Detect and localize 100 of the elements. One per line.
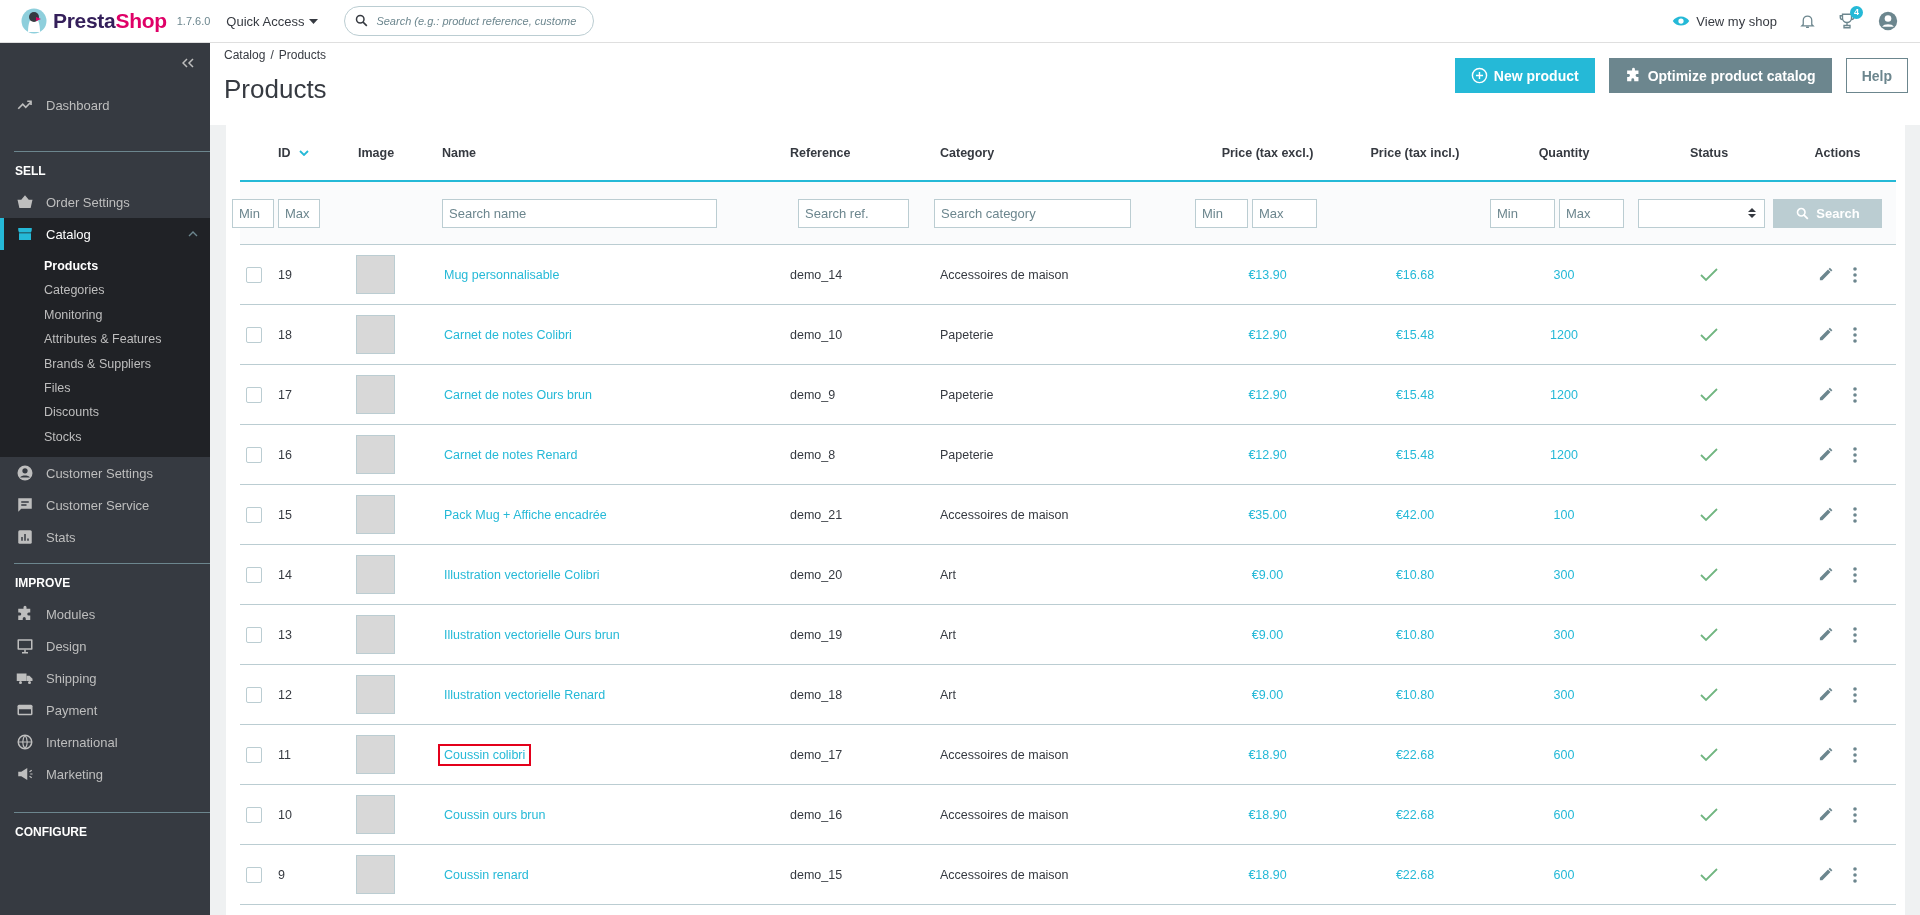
sidebar-item[interactable]: Customer Service <box>0 489 210 522</box>
edit-pencil-icon[interactable] <box>1818 686 1833 703</box>
sidebar-item[interactable]: Customer Settings <box>0 457 210 490</box>
submenu-item[interactable]: Brands & Suppliers <box>44 351 210 376</box>
edit-pencil-icon[interactable] <box>1818 446 1833 463</box>
check-icon[interactable] <box>1700 387 1718 402</box>
page-title: Products <box>224 74 327 105</box>
more-options-icon[interactable] <box>1853 506 1857 523</box>
check-icon[interactable] <box>1700 807 1718 822</box>
brand-wordmark[interactable]: PrestaShop <box>53 9 167 33</box>
column-header[interactable]: Name <box>442 145 477 160</box>
submenu-item[interactable]: Monitoring <box>44 302 210 328</box>
price-max-field[interactable]: Max <box>1252 198 1317 228</box>
edit-pencil-icon[interactable] <box>1818 746 1833 763</box>
row-checkbox[interactable] <box>246 566 262 583</box>
breadcrumb-link[interactable]: Products <box>278 48 327 62</box>
more-options-icon[interactable] <box>1853 326 1857 343</box>
id-max-field[interactable]: Max <box>278 198 320 228</box>
sidebar-item[interactable]: Catalog <box>0 218 210 250</box>
submenu-item[interactable]: Discounts <box>44 400 210 425</box>
id-min-field[interactable]: Min <box>232 198 274 228</box>
row-checkbox[interactable] <box>246 326 262 343</box>
sidebar-item[interactable]: International <box>0 726 210 759</box>
product-photo-placeholder <box>356 555 395 594</box>
more-options-icon[interactable] <box>1853 266 1857 283</box>
column-header[interactable]: Image <box>358 145 395 160</box>
bar-chart-icon <box>16 528 34 547</box>
quantity-min-field[interactable]: Min <box>1490 198 1555 228</box>
quick-access-dropdown[interactable]: Quick Access <box>226 13 319 29</box>
submenu-item[interactable]: Categories <box>44 278 210 303</box>
column-header[interactable]: ID <box>278 145 291 160</box>
check-icon[interactable] <box>1700 627 1718 642</box>
row-checkbox[interactable] <box>246 266 262 283</box>
sidebar-item[interactable]: Payment <box>0 694 210 727</box>
check-icon[interactable] <box>1700 267 1718 282</box>
row-checkbox[interactable] <box>246 386 262 403</box>
edit-pencil-icon[interactable] <box>1818 626 1833 643</box>
search-field[interactable]: Search (e.g.: product reference, custome <box>344 6 595 36</box>
sidebar-item[interactable]: Shipping <box>0 662 210 695</box>
row-checkbox[interactable] <box>246 446 262 463</box>
sidebar-item[interactable]: Design <box>0 630 210 663</box>
price-incl-cell-text: €15.48 <box>1394 327 1436 342</box>
row-checkbox[interactable] <box>246 626 262 643</box>
breadcrumb-link[interactable]: Catalog <box>224 48 266 62</box>
row-checkbox[interactable] <box>246 686 262 703</box>
sidebar-item[interactable]: Order Settings <box>0 186 210 218</box>
edit-pencil-icon[interactable] <box>1818 386 1833 403</box>
check-icon[interactable] <box>1700 747 1718 762</box>
check-icon[interactable] <box>1700 327 1718 342</box>
more-options-icon[interactable] <box>1853 566 1857 583</box>
more-options-icon[interactable] <box>1853 866 1857 883</box>
view-shop-link[interactable]: View my shop <box>1672 12 1777 30</box>
edit-pencil-icon[interactable] <box>1818 266 1833 283</box>
column-header[interactable]: Category <box>940 145 995 160</box>
user-avatar[interactable] <box>1878 11 1898 31</box>
submenu-item[interactable]: Products <box>44 254 210 279</box>
column-header[interactable]: Reference <box>790 145 851 160</box>
check-icon[interactable] <box>1700 507 1718 522</box>
trophy-icon[interactable] <box>1838 12 1856 30</box>
category-filter-field[interactable]: Search category <box>934 198 1131 228</box>
sidebar-item[interactable]: Stats <box>0 521 210 554</box>
more-options-icon[interactable] <box>1853 686 1857 703</box>
sidebar-item[interactable]: Dashboard <box>0 89 210 121</box>
notification-bell-icon[interactable] <box>1799 12 1816 30</box>
more-options-icon[interactable] <box>1853 446 1857 463</box>
name-filter-field[interactable]: Search name <box>442 198 717 228</box>
submenu-item[interactable]: Attributes & Features <box>44 327 210 352</box>
submenu-item[interactable]: Files <box>44 375 210 401</box>
check-icon[interactable] <box>1700 567 1718 582</box>
more-options-icon[interactable] <box>1853 746 1857 763</box>
check-icon[interactable] <box>1700 447 1718 462</box>
sidebar-item[interactable]: Modules <box>0 598 210 631</box>
row-checkbox[interactable] <box>246 866 262 883</box>
optimize-button[interactable]: Optimize product catalog <box>1608 58 1832 93</box>
edit-pencil-icon[interactable] <box>1818 806 1833 823</box>
edit-pencil-icon[interactable] <box>1818 566 1833 583</box>
more-options-icon[interactable] <box>1853 806 1857 823</box>
more-options-icon[interactable] <box>1853 386 1857 403</box>
sidebar-item[interactable]: Marketing <box>0 758 210 791</box>
reference-filter-field[interactable]: Search ref. <box>798 198 909 228</box>
column-header[interactable]: Price (tax incl.) <box>1370 145 1460 160</box>
column-header[interactable]: Price (tax excl.) <box>1221 145 1314 160</box>
sort-caret-icon[interactable] <box>298 149 309 156</box>
row-checkbox[interactable] <box>246 806 262 823</box>
check-icon[interactable] <box>1700 867 1718 882</box>
submenu-item[interactable]: Stocks <box>44 424 210 450</box>
column-header[interactable]: Quantity <box>1538 145 1590 160</box>
check-icon[interactable] <box>1700 687 1718 702</box>
row-checkbox[interactable] <box>246 506 262 523</box>
column-header[interactable]: Status <box>1689 145 1729 160</box>
column-header[interactable]: Actions <box>1814 145 1861 160</box>
row-checkbox[interactable] <box>246 746 262 763</box>
quantity-max-field[interactable]: Max <box>1559 198 1624 228</box>
edit-pencil-icon[interactable] <box>1818 866 1833 883</box>
price-min-field[interactable]: Min <box>1195 198 1248 228</box>
help-button[interactable]: Help <box>1845 58 1908 93</box>
product-photo-placeholder <box>356 375 395 414</box>
edit-pencil-icon[interactable] <box>1818 506 1833 523</box>
more-options-icon[interactable] <box>1853 626 1857 643</box>
edit-pencil-icon[interactable] <box>1818 326 1833 343</box>
